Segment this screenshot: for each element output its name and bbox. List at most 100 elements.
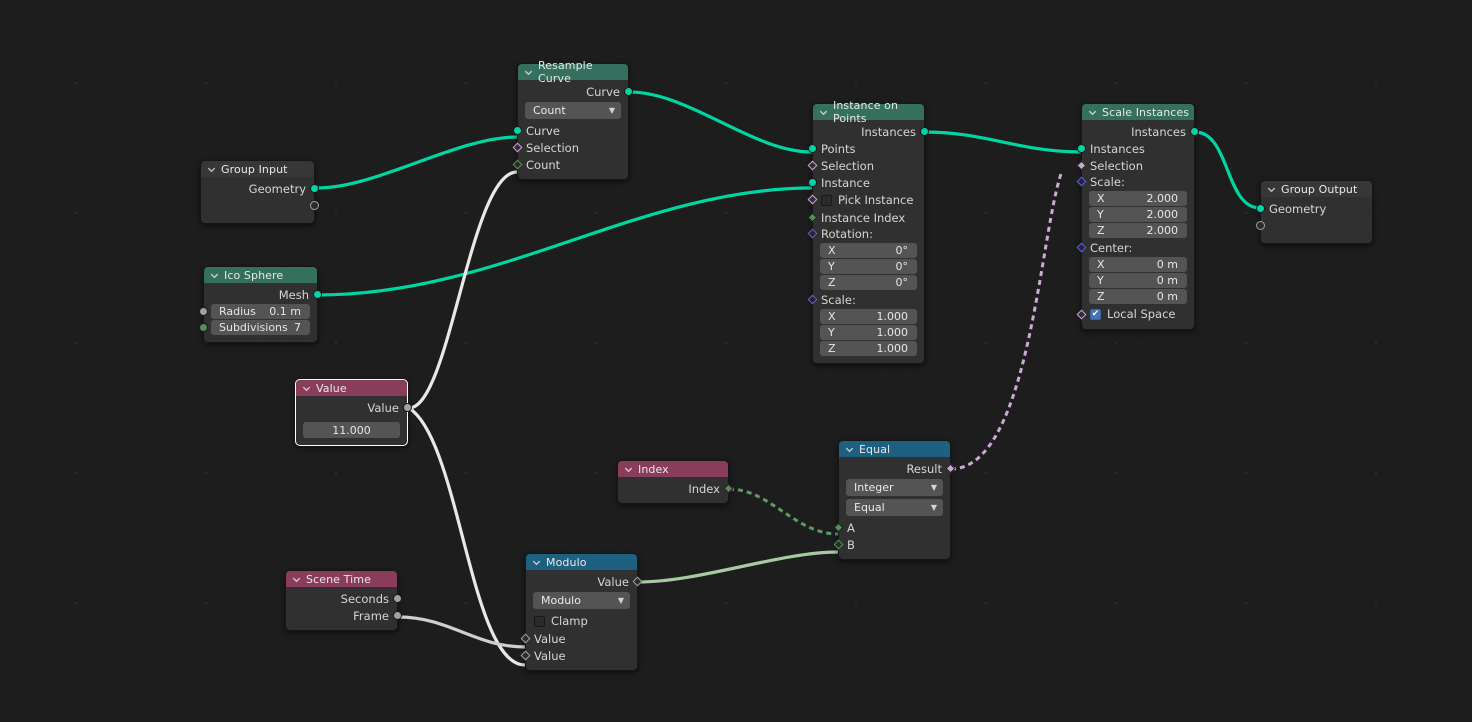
socket-curve-input[interactable]	[513, 126, 522, 135]
node-modulo[interactable]: Modulo Value Modulo ▼ Clamp Value Value	[520, 553, 643, 671]
socket-result-output[interactable]	[945, 463, 956, 474]
chevron-down-icon[interactable]	[209, 270, 220, 281]
node-header-group-output[interactable]: Group Output	[1261, 181, 1372, 197]
socket-frame-output[interactable]	[393, 611, 402, 620]
field-scale-y[interactable]: Y 1.000	[820, 325, 917, 340]
node-header-modulo[interactable]: Modulo	[526, 554, 637, 570]
field-value-scale-z: 2.000	[1146, 224, 1179, 237]
socket-a-input[interactable]	[833, 522, 844, 533]
node-ico-sphere[interactable]: Ico Sphere Mesh Radius 0.1 m Subdivision…	[199, 266, 322, 343]
field-scale-x[interactable]: X 2.000	[1089, 191, 1187, 206]
node-header-resample-curve[interactable]: Resample Curve	[518, 59, 628, 85]
node-scene-time[interactable]: Scene Time Seconds Frame	[285, 570, 402, 631]
socket-mesh-output[interactable]	[313, 290, 322, 299]
socket-instances-output[interactable]	[920, 127, 929, 136]
field-scale-x[interactable]: X 1.000	[820, 309, 917, 324]
node-instance-on-points[interactable]: Instance on Points Instances Points Sele…	[807, 99, 929, 364]
link-instances-to-scaleinstances	[924, 130, 1082, 154]
socket-b-input[interactable]	[833, 539, 844, 550]
dropdown-equal-datatype[interactable]: Integer ▼	[846, 479, 943, 496]
checkbox-clamp[interactable]	[534, 615, 545, 627]
node-group-output[interactable]: Group Output Geometry	[1256, 180, 1373, 244]
chevron-down-icon[interactable]	[818, 107, 829, 118]
node-resample-curve[interactable]: Resample Curve Curve Count ▼ Curve Selec…	[512, 59, 633, 180]
socket-selection-input[interactable]	[1076, 160, 1087, 171]
socket-curve-output[interactable]	[624, 87, 633, 96]
node-header-ico-sphere[interactable]: Ico Sphere	[204, 267, 317, 283]
field-scale-z[interactable]: Z 2.000	[1089, 223, 1187, 238]
field-center-x[interactable]: X 0 m	[1089, 257, 1187, 272]
socket-label-seconds: Seconds	[340, 591, 389, 606]
socket-index-output[interactable]	[723, 483, 734, 494]
node-header-index[interactable]: Index	[618, 461, 728, 477]
socket-subdivisions-input[interactable]	[199, 323, 208, 332]
node-header-equal[interactable]: Equal	[839, 441, 950, 457]
field-scale-y[interactable]: Y 2.000	[1089, 207, 1187, 222]
node-editor-canvas[interactable]: Group Input Geometry Ico Sphere Mesh Rad…	[0, 0, 1472, 722]
socket-instance-input[interactable]	[808, 178, 817, 187]
node-body-instance-on-points: Instances Points Selection Instance Pick…	[807, 120, 929, 363]
socket-count-input[interactable]	[512, 159, 523, 170]
checkbox-local-space[interactable]	[1090, 308, 1101, 320]
chevron-down-icon[interactable]	[301, 383, 312, 394]
field-center-z[interactable]: Z 0 m	[1089, 289, 1187, 304]
socket-instances-output[interactable]	[1190, 127, 1199, 136]
node-header-scale-instances[interactable]: Scale Instances	[1082, 104, 1194, 120]
socket-instance-index-input[interactable]	[807, 212, 818, 223]
socket-rotation-input[interactable]	[807, 228, 818, 239]
node-equal[interactable]: Equal Result Integer ▼ Equal ▼ A B	[833, 440, 956, 560]
chevron-down-icon[interactable]	[844, 444, 855, 455]
socket-scale-input[interactable]	[1076, 176, 1087, 187]
node-group-input[interactable]: Group Input Geometry	[200, 160, 319, 224]
socket-scale-input[interactable]	[807, 294, 818, 305]
node-header-scene-time[interactable]: Scene Time	[286, 571, 397, 587]
node-scale-instances[interactable]: Scale Instances Instances Instances Sele…	[1076, 103, 1199, 330]
field-rotation-y[interactable]: Y 0°	[820, 259, 917, 274]
chevron-down-icon[interactable]	[206, 164, 217, 175]
dropdown-modulo-operation[interactable]: Modulo ▼	[533, 592, 630, 609]
socket-radius-input[interactable]	[199, 307, 208, 316]
socket-instances-input[interactable]	[1077, 144, 1086, 153]
chevron-down-icon[interactable]	[531, 557, 542, 568]
socket-row-points-in: Points	[808, 140, 924, 157]
checkbox-row-pick-instance[interactable]: Pick Instance	[807, 191, 924, 209]
socket-virtual-output[interactable]	[310, 201, 319, 210]
chevron-down-icon[interactable]	[623, 464, 634, 475]
socket-value-input-2[interactable]	[520, 650, 531, 661]
field-scale-z[interactable]: Z 1.000	[820, 341, 917, 356]
node-header-group-input[interactable]: Group Input	[201, 161, 314, 177]
dropdown-resample-mode[interactable]: Count ▼	[525, 102, 621, 119]
field-rotation-z[interactable]: Z 0°	[820, 275, 917, 290]
node-index[interactable]: Index Index	[617, 460, 734, 504]
socket-selection-input[interactable]	[512, 142, 523, 153]
field-radius[interactable]: Radius 0.1 m	[199, 304, 310, 319]
checkbox-pick-instance[interactable]	[821, 194, 832, 206]
socket-center-input[interactable]	[1076, 242, 1087, 253]
node-value[interactable]: Value Value 11.000	[295, 379, 412, 446]
chevron-down-icon[interactable]	[1087, 107, 1098, 118]
socket-selection-input[interactable]	[807, 160, 818, 171]
field-center-y[interactable]: Y 0 m	[1089, 273, 1187, 288]
socket-geometry-input[interactable]	[1256, 204, 1265, 213]
chevron-down-icon[interactable]	[523, 67, 534, 78]
checkbox-row-clamp[interactable]: Clamp	[526, 612, 637, 630]
chevron-down-icon[interactable]	[291, 574, 302, 585]
chevron-down-icon[interactable]	[1266, 184, 1277, 195]
field-subdivisions[interactable]: Subdivisions 7	[199, 320, 310, 335]
field-value-number[interactable]: 11.000	[303, 422, 400, 438]
socket-seconds-output[interactable]	[393, 594, 402, 603]
socket-geometry-output[interactable]	[310, 184, 319, 193]
socket-virtual-input[interactable]	[1256, 221, 1265, 230]
socket-local-space-input[interactable]	[1076, 309, 1087, 320]
socket-value-output[interactable]	[403, 403, 412, 412]
checkbox-row-local-space[interactable]: Local Space	[1076, 305, 1194, 323]
field-rotation-x[interactable]: X 0°	[820, 243, 917, 258]
socket-pick-instance-input[interactable]	[807, 194, 818, 205]
socket-value-input-1[interactable]	[520, 633, 531, 644]
node-header-instance-on-points[interactable]: Instance on Points	[813, 99, 924, 125]
socket-label-result: Result	[906, 461, 942, 476]
socket-points-input[interactable]	[808, 144, 817, 153]
node-header-value[interactable]: Value	[296, 380, 407, 396]
dropdown-equal-operation[interactable]: Equal ▼	[846, 499, 943, 516]
socket-value-output[interactable]	[632, 576, 643, 587]
